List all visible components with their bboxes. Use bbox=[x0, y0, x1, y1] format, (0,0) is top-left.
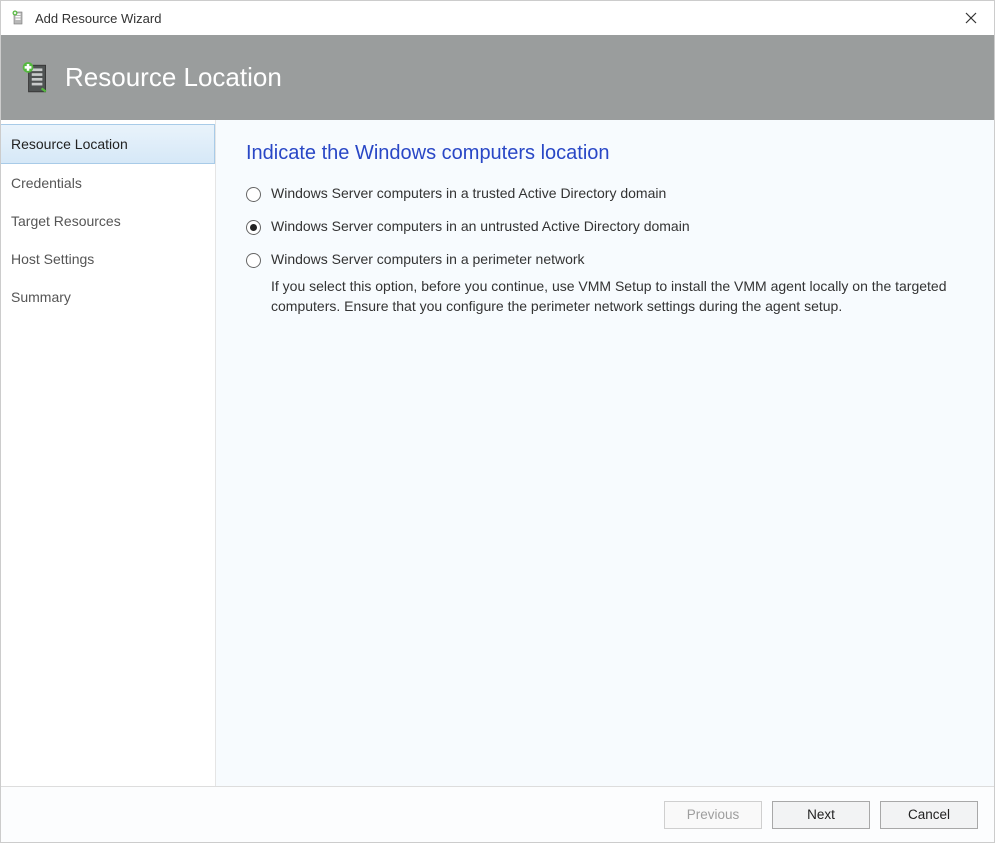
cancel-button[interactable]: Cancel bbox=[880, 801, 978, 829]
sidebar-item-label: Credentials bbox=[11, 175, 82, 191]
radio-icon[interactable] bbox=[246, 253, 261, 268]
sidebar-item-summary[interactable]: Summary bbox=[1, 278, 215, 316]
radio-icon[interactable] bbox=[246, 220, 261, 235]
wizard-app-icon bbox=[11, 10, 27, 26]
wizard-body: Resource Location Credentials Target Res… bbox=[1, 120, 994, 786]
next-button[interactable]: Next bbox=[772, 801, 870, 829]
previous-button[interactable]: Previous bbox=[664, 801, 762, 829]
sidebar-item-label: Target Resources bbox=[11, 213, 121, 229]
close-button[interactable] bbox=[948, 1, 994, 35]
wizard-footer: Previous Next Cancel bbox=[1, 786, 994, 842]
option-perimeter-network[interactable]: Windows Server computers in a perimeter … bbox=[246, 251, 964, 268]
option-trusted-domain[interactable]: Windows Server computers in a trusted Ac… bbox=[246, 185, 964, 202]
wizard-banner: Resource Location bbox=[1, 35, 994, 120]
sidebar-item-label: Host Settings bbox=[11, 251, 94, 267]
wizard-main: Indicate the Windows computers location … bbox=[216, 120, 994, 786]
option-label: Windows Server computers in an untrusted… bbox=[271, 218, 690, 234]
page-heading: Indicate the Windows computers location bbox=[246, 142, 964, 165]
sidebar-item-resource-location[interactable]: Resource Location bbox=[1, 124, 215, 164]
option-label: Windows Server computers in a trusted Ac… bbox=[271, 185, 666, 201]
close-icon bbox=[965, 12, 977, 24]
sidebar-item-credentials[interactable]: Credentials bbox=[1, 164, 215, 202]
sidebar-item-label: Resource Location bbox=[11, 136, 128, 152]
banner-heading: Resource Location bbox=[65, 62, 282, 93]
server-plus-icon bbox=[19, 61, 53, 95]
perimeter-note: If you select this option, before you co… bbox=[271, 276, 964, 317]
titlebar: Add Resource Wizard bbox=[1, 1, 994, 35]
sidebar-item-target-resources[interactable]: Target Resources bbox=[1, 202, 215, 240]
option-untrusted-domain[interactable]: Windows Server computers in an untrusted… bbox=[246, 218, 964, 235]
sidebar-item-host-settings[interactable]: Host Settings bbox=[1, 240, 215, 278]
sidebar-item-label: Summary bbox=[11, 289, 71, 305]
radio-icon[interactable] bbox=[246, 187, 261, 202]
option-label: Windows Server computers in a perimeter … bbox=[271, 251, 585, 267]
wizard-sidebar: Resource Location Credentials Target Res… bbox=[1, 120, 216, 786]
window-title: Add Resource Wizard bbox=[35, 11, 161, 26]
